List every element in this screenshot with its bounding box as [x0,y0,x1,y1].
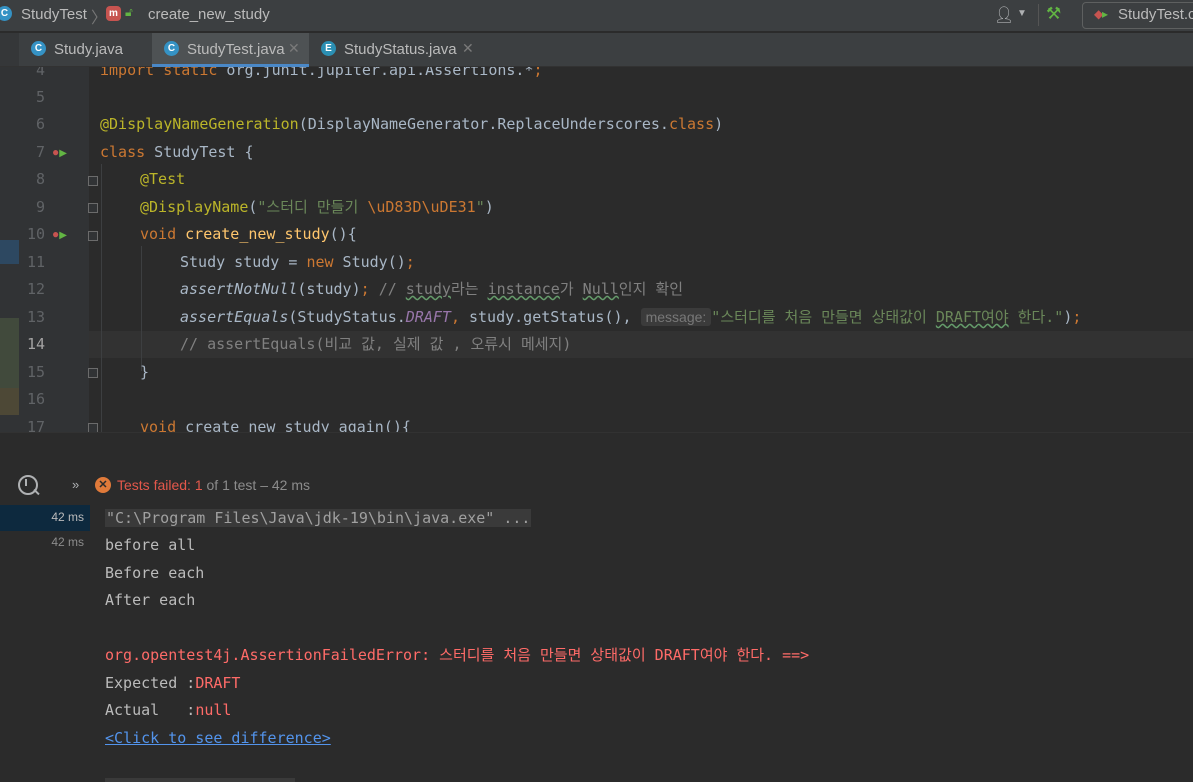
fold-marker-icon[interactable] [88,368,98,378]
tab-label: StudyTest.java [187,41,285,58]
fold-marker-icon[interactable] [88,231,98,241]
console-expected-line: Expected :DRAFT [105,674,241,692]
strip-marker [0,240,19,264]
clock-hand [25,479,27,486]
line-number: 12 [26,280,45,298]
breadcrumb-separator-icon: 〉 [91,10,108,27]
line-number: 9 [35,198,45,216]
run-test-icon[interactable]: ●▶ [52,227,67,241]
console-error-line: org.opentest4j.AssertionFailedError: 스터디… [105,646,810,664]
code-line[interactable]: void create_new_study_again(){ [140,414,411,432]
see-difference-link[interactable]: <Click to see difference> [105,729,331,747]
console-actual-line: Actual :null [105,701,232,719]
class-icon: C [0,6,12,21]
code-line[interactable]: } [140,359,149,386]
line-number: 16 [26,390,45,408]
close-icon[interactable]: ✕ [288,40,300,57]
fold-marker-icon[interactable] [88,203,98,213]
code-line[interactable]: @Test [140,166,185,193]
code-line[interactable]: assertNotNull(study); // study라는 instanc… [180,276,683,303]
tab-label: StudyStatus.java [344,41,457,58]
code-line[interactable]: import static org.junit.jupiter.api.Asse… [100,67,543,84]
tab-label: Study.java [54,41,123,58]
console-line: Before each [105,564,205,582]
expand-toolbar-icon[interactable]: » [72,477,79,492]
console-line: before all [105,536,196,554]
strip-marker [0,388,19,415]
indent-guide [141,246,142,371]
console-line: After each [105,591,196,609]
test-tree: 42 ms 42 ms [0,503,90,782]
run-test-icon[interactable]: ●▶ [52,145,67,159]
line-number: 15 [26,363,45,381]
console-line: "C:\Program Files\Java\jdk-19\bin\java.e… [105,505,532,532]
toolbar-divider [1038,4,1039,26]
tab-studystatus-java[interactable]: E StudyStatus.java ✕ [309,33,484,66]
hammer-icon[interactable]: ⚒︎ [1046,4,1061,24]
editor-tab-bar: C Study.java C StudyTest.java ✕ E StudyS… [0,33,1193,67]
console-output[interactable]: "C:\Program Files\Java\jdk-19\bin\java.e… [90,503,1193,782]
fold-marker-icon[interactable] [88,423,98,432]
test-config-icon-overlay: ▸ [1102,7,1109,21]
line-number: 4 [35,67,45,79]
test-status-text: Tests failed: 1 of 1 test – 42 ms [117,477,310,493]
fold-marker-icon[interactable] [88,176,98,186]
code-line[interactable]: class StudyTest { [100,139,254,166]
code-line[interactable]: assertEquals(StudyStatus.DRAFT, study.ge… [180,304,1081,331]
line-number: 11 [26,253,45,271]
class-icon: C [164,41,179,56]
line-number: 7 [35,143,45,161]
line-number: 6 [35,115,45,133]
panel-divider[interactable] [0,432,1193,433]
code-line[interactable]: void create_new_study(){ [140,221,357,248]
code-line[interactable]: @DisplayNameGeneration(DisplayNameGenera… [100,111,723,138]
search-handle [33,488,40,496]
breadcrumb-method[interactable]: create_new_study [148,6,270,23]
test-tree-row[interactable]: 42 ms [0,505,90,531]
test-duration: 42 ms [51,510,84,524]
close-icon[interactable]: ✕ [462,40,474,57]
run-configuration-label: StudyTest.c [1118,6,1193,23]
line-number: 5 [35,88,45,106]
tab-studytest-java[interactable]: C StudyTest.java ✕ [152,33,309,67]
parameter-hint: message: [640,308,712,326]
run-configuration-selector[interactable]: ◆ ▸ StudyTest.c [1082,2,1193,29]
breadcrumb-class[interactable]: StudyTest [21,6,87,23]
line-number: 13 [26,308,45,326]
tab-bar-strip [0,33,19,66]
code-line[interactable]: Study study = new Study(); [180,249,415,276]
line-number: 10 [26,225,45,243]
code-line[interactable]: // assertEquals(비교 값, 실제 값 , 오류시 메세지) [180,331,571,358]
code-line[interactable]: @DisplayName("스터디 만들기 \uD83D\uDE31") [140,194,494,221]
strip-marker [0,318,19,388]
console-command[interactable]: "C:\Program Files\Java\jdk-19\bin\java.e… [105,509,532,527]
line-number: 14 [26,335,45,353]
test-tree-row[interactable]: 42 ms [0,530,90,556]
navigation-bar: C StudyTest 〉 m 🔓︎ create_new_study 👤︎ ▼… [0,0,1193,32]
test-failed-icon: ✕ [95,477,111,493]
code-editor[interactable]: 4 5 6 7 8 9 10 11 12 13 14 15 16 17 ●▶ ●… [0,67,1193,432]
indent-guide [101,164,102,432]
line-number: 17 [26,418,45,432]
test-duration: 42 ms [51,535,84,549]
enum-icon: E [321,41,336,56]
user-icon[interactable]: 👤︎ [994,5,1014,25]
line-number: 8 [35,170,45,188]
console-line: <Click to see difference> [105,725,331,752]
method-icon: m [106,6,121,21]
unlock-icon: 🔓︎ [125,5,133,19]
chevron-down-icon[interactable]: ▼ [1017,8,1027,19]
class-icon: C [31,41,46,56]
run-toolbar: » ✕ Tests failed: 1 of 1 test – 42 ms [0,470,1193,502]
tab-study-java[interactable]: C Study.java [19,33,152,66]
console-partial-line [105,778,295,782]
